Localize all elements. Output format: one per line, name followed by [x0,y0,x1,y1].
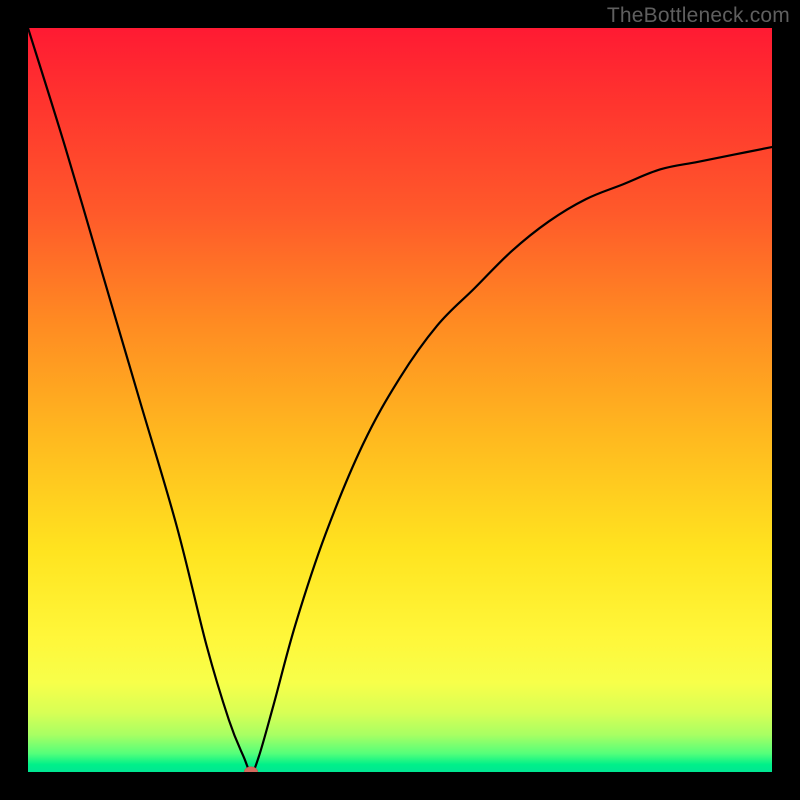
optimum-marker [244,767,258,773]
chart-frame: TheBottleneck.com [0,0,800,800]
plot-area [28,28,772,772]
watermark-text: TheBottleneck.com [607,4,790,28]
bottleneck-curve [28,28,772,772]
